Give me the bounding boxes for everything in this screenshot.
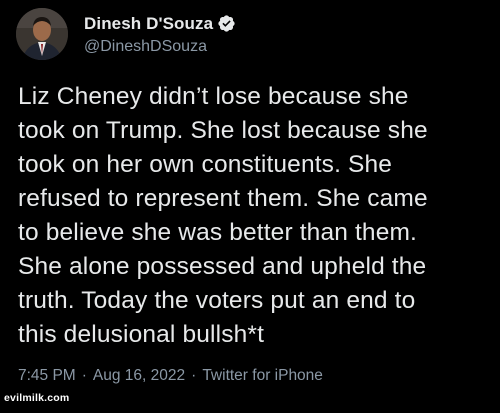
meta-separator: · xyxy=(81,367,87,384)
verified-badge-icon xyxy=(217,14,236,33)
watermark: evilmilk.com xyxy=(4,392,70,404)
meta-separator: · xyxy=(191,367,197,384)
tweet-time[interactable]: 7:45 PM xyxy=(18,367,76,385)
tweet-text: Liz Cheney didn’t lose because she took … xyxy=(18,83,428,348)
tweet-source[interactable]: Twitter for iPhone xyxy=(202,367,323,385)
name-row: Dinesh D'Souza xyxy=(84,13,236,35)
profile-photo-icon xyxy=(16,8,68,60)
tweet-card: Dinesh D'Souza @DineshDSouza Liz Cheney … xyxy=(0,0,500,413)
author-handle[interactable]: @DineshDSouza xyxy=(84,38,236,56)
tweet-header: Dinesh D'Souza @DineshDSouza xyxy=(16,8,236,60)
avatar[interactable] xyxy=(16,8,68,60)
tweet-date[interactable]: Aug 16, 2022 xyxy=(93,367,185,385)
tweet-meta: 7:45 PM · Aug 16, 2022 · Twitter for iPh… xyxy=(18,367,323,385)
author-names: Dinesh D'Souza @DineshDSouza xyxy=(84,13,236,56)
author-display-name[interactable]: Dinesh D'Souza xyxy=(84,14,213,34)
